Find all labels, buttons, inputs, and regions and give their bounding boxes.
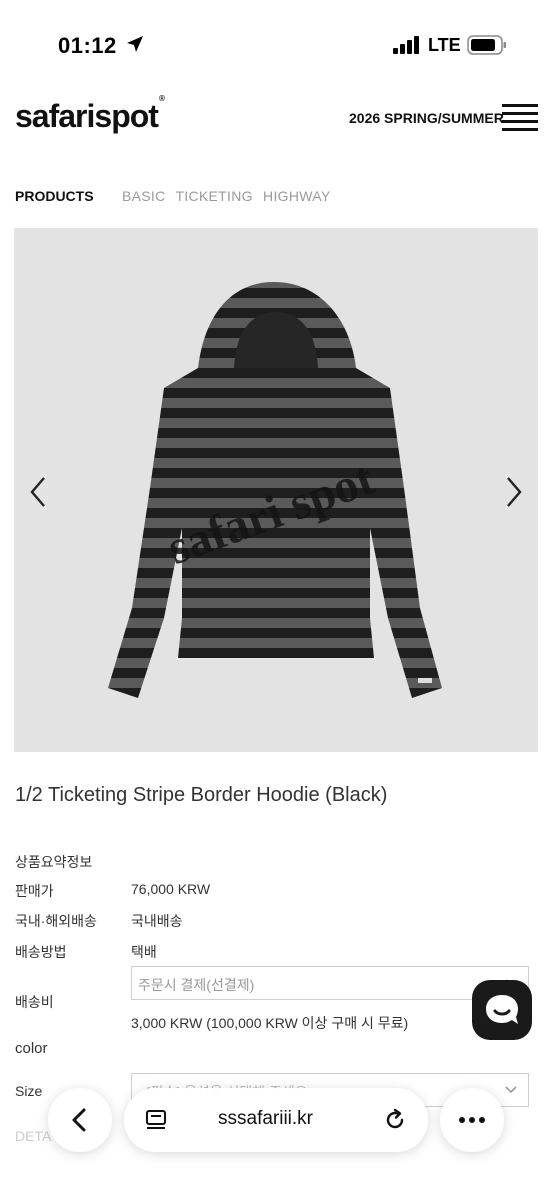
hamburger-menu-icon[interactable] (502, 104, 538, 132)
status-time: 01:12 (58, 33, 117, 58)
category-nav: PRODUCTS (15, 188, 94, 204)
chat-button[interactable] (472, 980, 532, 1040)
browser-more-button[interactable] (440, 1088, 504, 1152)
shipping-method-value: 택배 (131, 944, 157, 960)
color-label: color (15, 1040, 48, 1057)
brand-logo[interactable]: safarispot® (15, 94, 165, 135)
logo-text: safarispot (15, 98, 159, 134)
shipping-scope-label: 국내·해외배송 (15, 913, 97, 929)
price-label: 판매가 (15, 883, 54, 899)
chevron-left-icon (72, 1108, 86, 1132)
chevron-down-icon (505, 1086, 517, 1094)
battery-icon (467, 35, 506, 55)
product-title: 1/2 Ticketing Stripe Border Hoodie (Blac… (15, 784, 388, 806)
signal-icon (393, 36, 419, 54)
logo-registered-mark: ® (158, 94, 165, 104)
browser-back-button[interactable] (48, 1088, 112, 1152)
more-dots-icon (459, 1117, 485, 1123)
network-label: LTE (428, 35, 461, 55)
shipping-fee-select-value: 주문시 결제(선결제) (138, 977, 255, 993)
shipping-fee-note: 3,000 KRW (100,000 KRW 이상 구매 시 무료) (131, 1015, 409, 1031)
nav-item-highway[interactable]: HIGHWAY (263, 188, 330, 204)
reload-icon[interactable] (382, 1107, 408, 1133)
next-image-arrow-icon[interactable] (498, 472, 528, 512)
shipping-fee-select[interactable]: 주문시 결제(선결제) (131, 966, 529, 1000)
shipping-scope-value: 국내배송 (131, 913, 183, 929)
previous-image-arrow-icon[interactable] (24, 472, 54, 512)
summary-label: 상품요약정보 (15, 854, 93, 870)
price-value: 76,000 KRW (131, 881, 211, 897)
browser-url[interactable]: sssafariii.kr (218, 1108, 313, 1130)
shipping-fee-label: 배송비 (15, 994, 54, 1010)
nav-item-ticketing[interactable]: TICKETING (175, 188, 252, 204)
status-bar: 01:12 LTE (0, 0, 552, 92)
season-label[interactable]: 2026 SPRING/SUMMER (349, 110, 504, 126)
chat-bubble-icon (486, 995, 518, 1024)
sub-category-nav: BASIC TICKETING HIGHWAY (122, 188, 336, 204)
hoodie-image: safari spot (108, 282, 442, 698)
location-arrow-icon (127, 36, 143, 52)
size-label: Size (15, 1083, 43, 1099)
detail-tab-peek: DETA (15, 1128, 52, 1144)
browser-address-bar[interactable]: sssafariii.kr (124, 1088, 428, 1152)
reader-mode-icon[interactable] (144, 1108, 168, 1132)
nav-item-basic[interactable]: BASIC (122, 188, 166, 204)
nav-products[interactable]: PRODUCTS (15, 188, 94, 204)
shipping-method-label: 배송방법 (15, 944, 67, 960)
product-image[interactable]: safari spot (14, 228, 538, 752)
